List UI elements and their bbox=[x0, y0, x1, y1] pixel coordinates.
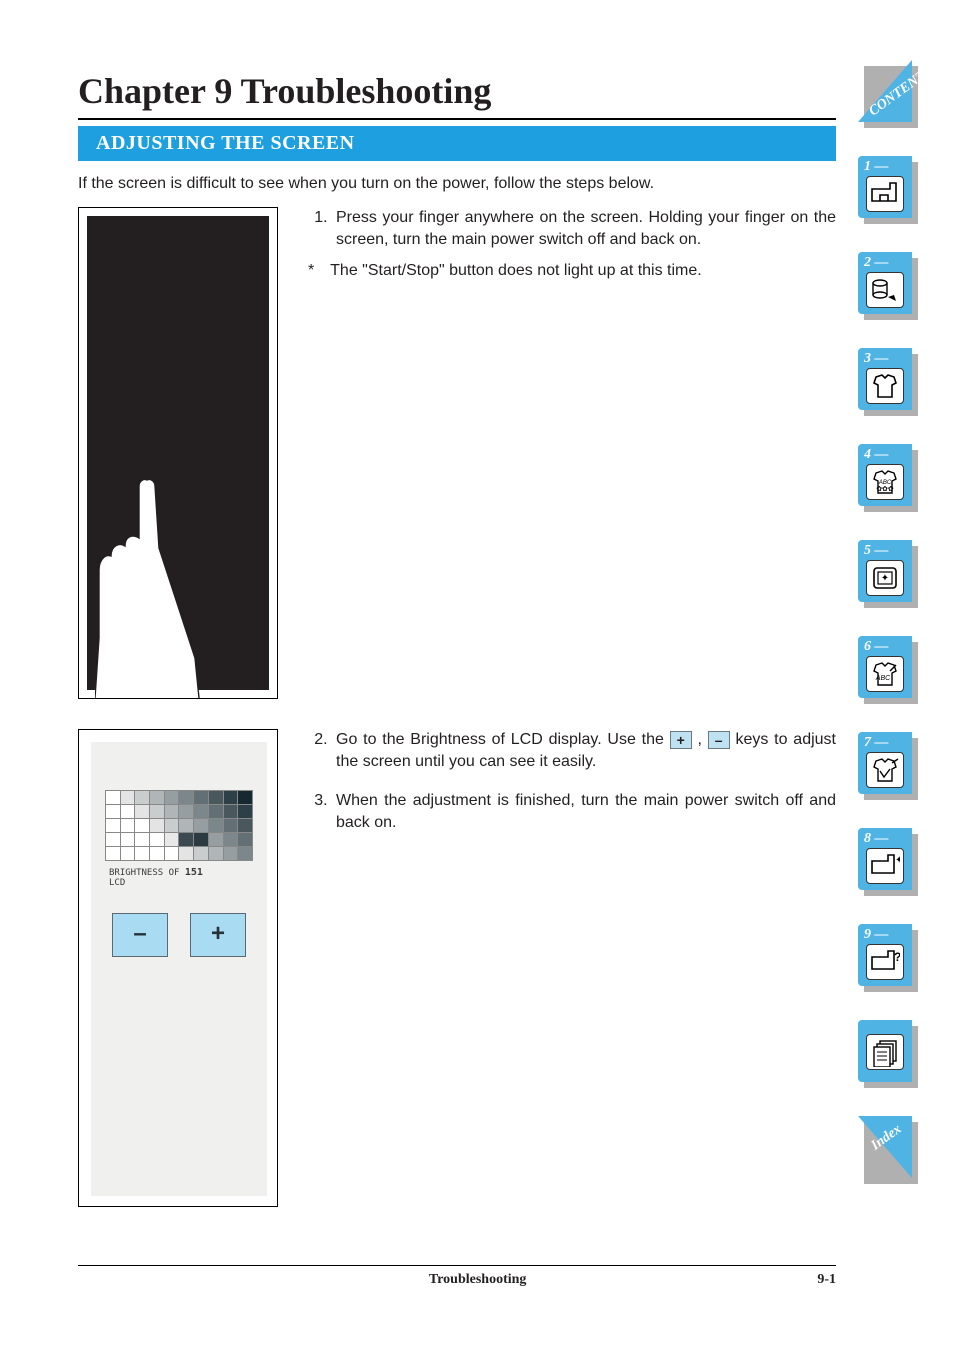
chapter-title: Chapter 9 Troubleshooting bbox=[78, 70, 836, 112]
black-screen-figure bbox=[78, 207, 278, 699]
content-row-2: BRIGHTNESS OF 151 LCD – + Go to the Brig… bbox=[78, 729, 836, 1207]
note-marker: * bbox=[308, 260, 326, 282]
sewing-machine-icon bbox=[866, 176, 904, 212]
ordered-steps-2: Go to the Brightness of LCD display. Use… bbox=[308, 729, 836, 833]
content-row-1: Press your finger anywhere on the screen… bbox=[78, 207, 836, 699]
svg-text:✿✿✿: ✿✿✿ bbox=[876, 486, 894, 493]
finger-icon bbox=[95, 478, 205, 699]
steps-block-2: Go to the Brightness of LCD display. Use… bbox=[308, 729, 836, 1207]
brightness-value: 151 bbox=[185, 867, 203, 878]
thread-spool-icon bbox=[866, 272, 904, 308]
step-note: * The "Start/Stop" button does not light… bbox=[308, 260, 836, 282]
plus-button[interactable]: + bbox=[190, 913, 246, 957]
tab-6-num: 6 — bbox=[864, 639, 889, 655]
tab-3[interactable]: 3 — bbox=[858, 348, 912, 410]
footer-center: Troubleshooting bbox=[429, 1272, 527, 1288]
step-2: Go to the Brightness of LCD display. Use… bbox=[332, 729, 836, 772]
tab-3-num: 3 — bbox=[864, 351, 889, 367]
sewing-machine-question-icon: ?! bbox=[866, 944, 904, 980]
shirt-design-icon bbox=[866, 752, 904, 788]
brightness-label-line1: BRIGHTNESS OF bbox=[109, 868, 179, 878]
tab-7[interactable]: 7 — bbox=[858, 732, 912, 794]
svg-text:?!: ?! bbox=[894, 950, 900, 964]
shirt-abc-icon: ABC✿✿✿ bbox=[866, 464, 904, 500]
tab-9-num: 9 — bbox=[864, 927, 889, 943]
lcd-brightness-figure: BRIGHTNESS OF 151 LCD – + bbox=[78, 729, 278, 1207]
step-1: Press your finger anywhere on the screen… bbox=[332, 207, 836, 250]
minus-key-icon: – bbox=[708, 731, 730, 749]
lcd-inner: BRIGHTNESS OF 151 LCD – + bbox=[91, 742, 267, 1196]
plus-key-icon: + bbox=[670, 731, 692, 749]
brightness-label: BRIGHTNESS OF 151 LCD bbox=[109, 867, 267, 889]
document-stack-icon bbox=[866, 1034, 904, 1070]
tab-1-num: 1 — bbox=[864, 159, 889, 175]
tab-8[interactable]: 8 — ✦ bbox=[858, 828, 912, 890]
brightness-gradient-grid bbox=[105, 790, 253, 861]
footer-right: 9-1 bbox=[817, 1272, 836, 1288]
brightness-buttons-row: – + bbox=[91, 913, 267, 957]
title-underline bbox=[78, 118, 836, 120]
section-heading: ADJUSTING THE SCREEN bbox=[78, 126, 836, 161]
tab-2-num: 2 — bbox=[864, 255, 889, 271]
tab-2[interactable]: 2 — bbox=[858, 252, 912, 314]
svg-text:✦: ✦ bbox=[895, 855, 900, 866]
tab-contents[interactable]: CONTENTS bbox=[858, 60, 912, 122]
tab-4-num: 4 — bbox=[864, 447, 889, 463]
tab-7-num: 7 — bbox=[864, 735, 889, 751]
side-tabs: CONTENTS 1 — 2 — 3 — 4 — ABC✿✿✿ 5 — ✦ bbox=[858, 60, 920, 1178]
step-3: When the adjustment is finished, turn th… bbox=[332, 790, 836, 833]
minus-button[interactable]: – bbox=[112, 913, 168, 957]
svg-text:ABC: ABC bbox=[875, 675, 891, 682]
tab-8-num: 8 — bbox=[864, 831, 889, 847]
tab-index[interactable]: Index bbox=[858, 1116, 912, 1178]
footer-left bbox=[78, 1272, 138, 1288]
tab-4[interactable]: 4 — ABC✿✿✿ bbox=[858, 444, 912, 506]
tab-1[interactable]: 1 — bbox=[858, 156, 912, 218]
shirt-edit-icon: ABC bbox=[866, 656, 904, 692]
svg-text:✦: ✦ bbox=[881, 573, 889, 584]
step-2-comma: , bbox=[692, 731, 708, 748]
brightness-label-line2: LCD bbox=[109, 878, 125, 888]
note-text: The "Start/Stop" button does not light u… bbox=[330, 262, 702, 279]
tab-5[interactable]: 5 — ✦ bbox=[858, 540, 912, 602]
page-content: Chapter 9 Troubleshooting ADJUSTING THE … bbox=[78, 70, 836, 1207]
steps-block-1: Press your finger anywhere on the screen… bbox=[308, 207, 836, 699]
step-2-pre: Go to the Brightness of LCD display. Use… bbox=[336, 731, 670, 748]
tab-5-num: 5 — bbox=[864, 543, 889, 559]
intro-text: If the screen is difficult to see when y… bbox=[78, 175, 836, 193]
ordered-steps-1: Press your finger anywhere on the screen… bbox=[308, 207, 836, 250]
tab-9[interactable]: 9 — ?! bbox=[858, 924, 912, 986]
sewing-machine-star-icon: ✦ bbox=[866, 848, 904, 884]
page-footer: Troubleshooting 9-1 bbox=[78, 1265, 836, 1288]
embroidery-frame-icon: ✦ bbox=[866, 560, 904, 596]
tab-6[interactable]: 6 — ABC bbox=[858, 636, 912, 698]
shirt-icon bbox=[866, 368, 904, 404]
tab-appendix[interactable] bbox=[858, 1020, 912, 1082]
